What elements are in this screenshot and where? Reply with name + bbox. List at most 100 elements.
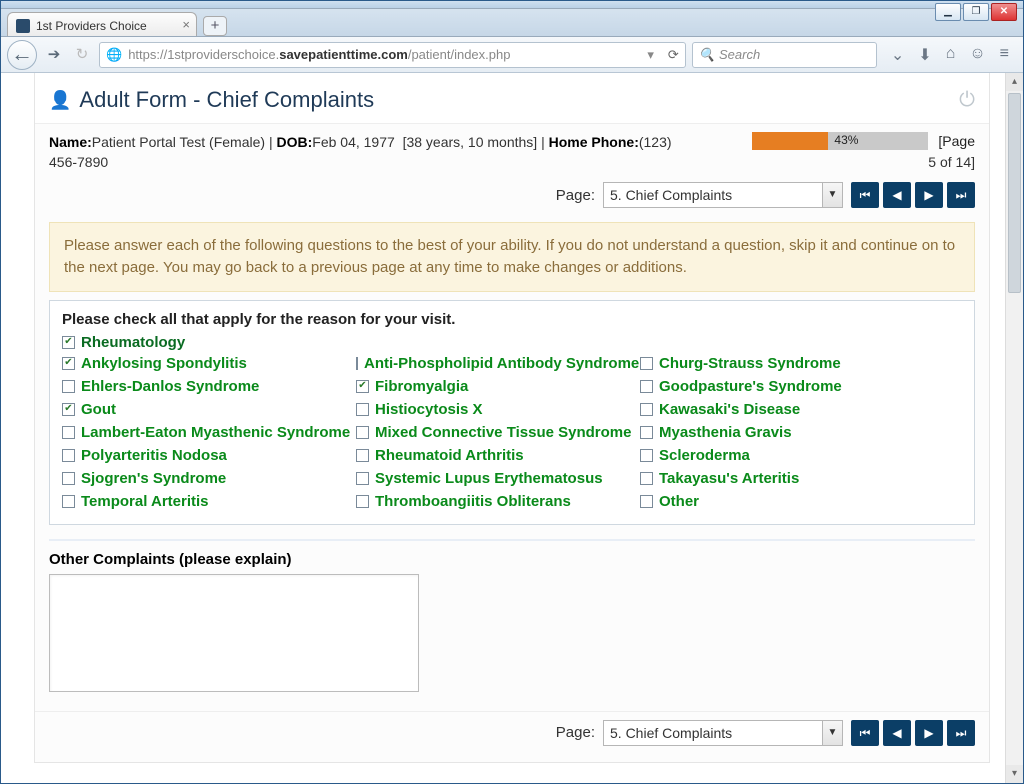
page-title: Adult Form - Chief Complaints: [79, 87, 374, 113]
prev-page-button[interactable]: ◀: [883, 182, 911, 208]
category-label: Rheumatology: [81, 334, 185, 351]
first-page-button[interactable]: ⏮: [851, 720, 879, 746]
option-label: Myasthenia Gravis: [659, 424, 792, 441]
chat-icon[interactable]: ☺: [969, 45, 985, 65]
window-maximize-button[interactable]: [963, 3, 989, 21]
option-label: Scleroderma: [659, 447, 750, 464]
instruction-notice: Please answer each of the following ques…: [49, 222, 975, 292]
prev-page-button[interactable]: ◀: [883, 720, 911, 746]
option-checkbox[interactable]: [640, 403, 653, 416]
option-checkbox[interactable]: [356, 426, 369, 439]
option-label: Rheumatoid Arthritis: [375, 447, 524, 464]
tab-close-icon[interactable]: ×: [182, 17, 190, 32]
window-close-button[interactable]: [991, 3, 1017, 21]
scroll-up-icon[interactable]: ▴: [1006, 73, 1023, 91]
option-9: Lambert-Eaton Myasthenic Syndrome: [62, 424, 352, 441]
category-checkbox[interactable]: [62, 336, 75, 349]
url-bar[interactable]: 🌐 https://1stproviderschoice.savepatient…: [99, 42, 686, 68]
browser-window: 1st Providers Choice × + ← ➔ ↻ 🌐 https:/…: [0, 0, 1024, 784]
other-textarea[interactable]: [49, 574, 419, 692]
option-checkbox[interactable]: [640, 495, 653, 508]
option-checkbox[interactable]: [356, 403, 369, 416]
option-label: Churg-Strauss Syndrome: [659, 355, 841, 372]
option-0: Ankylosing Spondylitis: [62, 355, 352, 372]
option-checkbox[interactable]: [640, 472, 653, 485]
pager-bottom: Page: 5. Chief Complaints ▼ ⏮ ◀ ▶ ⏭: [35, 711, 989, 754]
option-3: Ehlers-Danlos Syndrome: [62, 378, 352, 395]
page-header: 👤 Adult Form - Chief Complaints ⏻: [35, 73, 989, 124]
first-page-button[interactable]: ⏮: [851, 182, 879, 208]
pocket-icon[interactable]: ⌄: [891, 45, 904, 65]
option-label: Lambert-Eaton Myasthenic Syndrome: [81, 424, 350, 441]
form-prompt: Please check all that apply for the reas…: [62, 311, 962, 328]
window-titlebar: [1, 1, 1023, 9]
option-label: Ehlers-Danlos Syndrome: [81, 378, 259, 395]
tab-title: 1st Providers Choice: [36, 19, 147, 33]
page-count-b: 5 of 14]: [928, 154, 975, 170]
scroll-thumb[interactable]: [1008, 93, 1021, 293]
option-11: Myasthenia Gravis: [640, 424, 962, 441]
option-checkbox[interactable]: [62, 403, 75, 416]
option-label: Kawasaki's Disease: [659, 401, 800, 418]
option-checkbox[interactable]: [62, 380, 75, 393]
option-checkbox[interactable]: [356, 449, 369, 462]
option-checkbox[interactable]: [640, 380, 653, 393]
last-page-button[interactable]: ⏭: [947, 720, 975, 746]
option-checkbox[interactable]: [356, 472, 369, 485]
option-checkbox[interactable]: [356, 357, 358, 370]
option-label: Anti-Phospholipid Antibody Syndrome: [364, 355, 639, 372]
option-label: Temporal Arteritis: [81, 493, 209, 510]
tab-favicon: [16, 19, 30, 33]
window-minimize-button[interactable]: [935, 3, 961, 21]
option-checkbox[interactable]: [62, 449, 75, 462]
search-box[interactable]: 🔍 Search: [692, 42, 877, 68]
option-checkbox[interactable]: [356, 380, 369, 393]
back-button[interactable]: ←: [7, 40, 37, 70]
new-tab-button[interactable]: +: [203, 16, 227, 36]
option-18: Temporal Arteritis: [62, 493, 352, 510]
scroll-down-icon[interactable]: ▾: [1006, 765, 1023, 783]
phone-line2: 456-7890: [49, 154, 108, 170]
forward-button[interactable]: ➔: [43, 44, 65, 66]
option-checkbox[interactable]: [62, 426, 75, 439]
option-label: Fibromyalgia: [375, 378, 468, 395]
option-checkbox[interactable]: [356, 495, 369, 508]
option-checkbox[interactable]: [640, 357, 653, 370]
option-checkbox[interactable]: [62, 495, 75, 508]
page-select-bottom[interactable]: 5. Chief Complaints ▼: [603, 720, 843, 746]
next-page-button[interactable]: ▶: [915, 720, 943, 746]
url-text: https://1stproviderschoice.savepatientti…: [128, 47, 510, 62]
browser-toolbar: ← ➔ ↻ 🌐 https://1stproviderschoice.savep…: [1, 37, 1023, 73]
option-checkbox[interactable]: [62, 357, 75, 370]
home-icon[interactable]: ⌂: [946, 45, 956, 65]
menu-icon[interactable]: ≡: [1000, 45, 1009, 65]
browser-tab[interactable]: 1st Providers Choice ×: [7, 12, 197, 36]
page-viewport: 👤 Adult Form - Chief Complaints ⏻ Name:P…: [1, 73, 1023, 783]
last-page-button[interactable]: ⏭: [947, 182, 975, 208]
option-checkbox[interactable]: [640, 426, 653, 439]
history-button[interactable]: ↻: [71, 44, 93, 66]
url-dropdown-icon[interactable]: ▾: [647, 47, 654, 63]
option-15: Sjogren's Syndrome: [62, 470, 352, 487]
user-icon: 👤: [49, 90, 71, 111]
vertical-scrollbar[interactable]: ▴ ▾: [1005, 73, 1023, 783]
option-label: Sjogren's Syndrome: [81, 470, 226, 487]
option-label: Polyarteritis Nodosa: [81, 447, 227, 464]
select-caret-icon[interactable]: ▼: [822, 183, 842, 207]
pager-top: Page: 5. Chief Complaints ▼ ⏮ ◀ ▶ ⏭: [35, 174, 989, 216]
option-checkbox[interactable]: [62, 472, 75, 485]
option-checkbox[interactable]: [640, 449, 653, 462]
page-select[interactable]: 5. Chief Complaints ▼: [603, 182, 843, 208]
next-page-button[interactable]: ▶: [915, 182, 943, 208]
download-icon[interactable]: ⬇: [918, 45, 931, 65]
option-7: Histiocytosis X: [356, 401, 636, 418]
other-label: Other Complaints (please explain): [49, 551, 975, 568]
power-icon[interactable]: ⏻: [959, 89, 975, 112]
select-caret-icon[interactable]: ▼: [822, 721, 842, 745]
pager-label: Page:: [556, 187, 595, 204]
option-10: Mixed Connective Tissue Syndrome: [356, 424, 636, 441]
reload-icon[interactable]: ⟳: [668, 47, 679, 63]
option-14: Scleroderma: [640, 447, 962, 464]
option-19: Thromboangiitis Obliterans: [356, 493, 636, 510]
patient-meta: Name:Patient Portal Test (Female) | DOB:…: [35, 124, 989, 150]
